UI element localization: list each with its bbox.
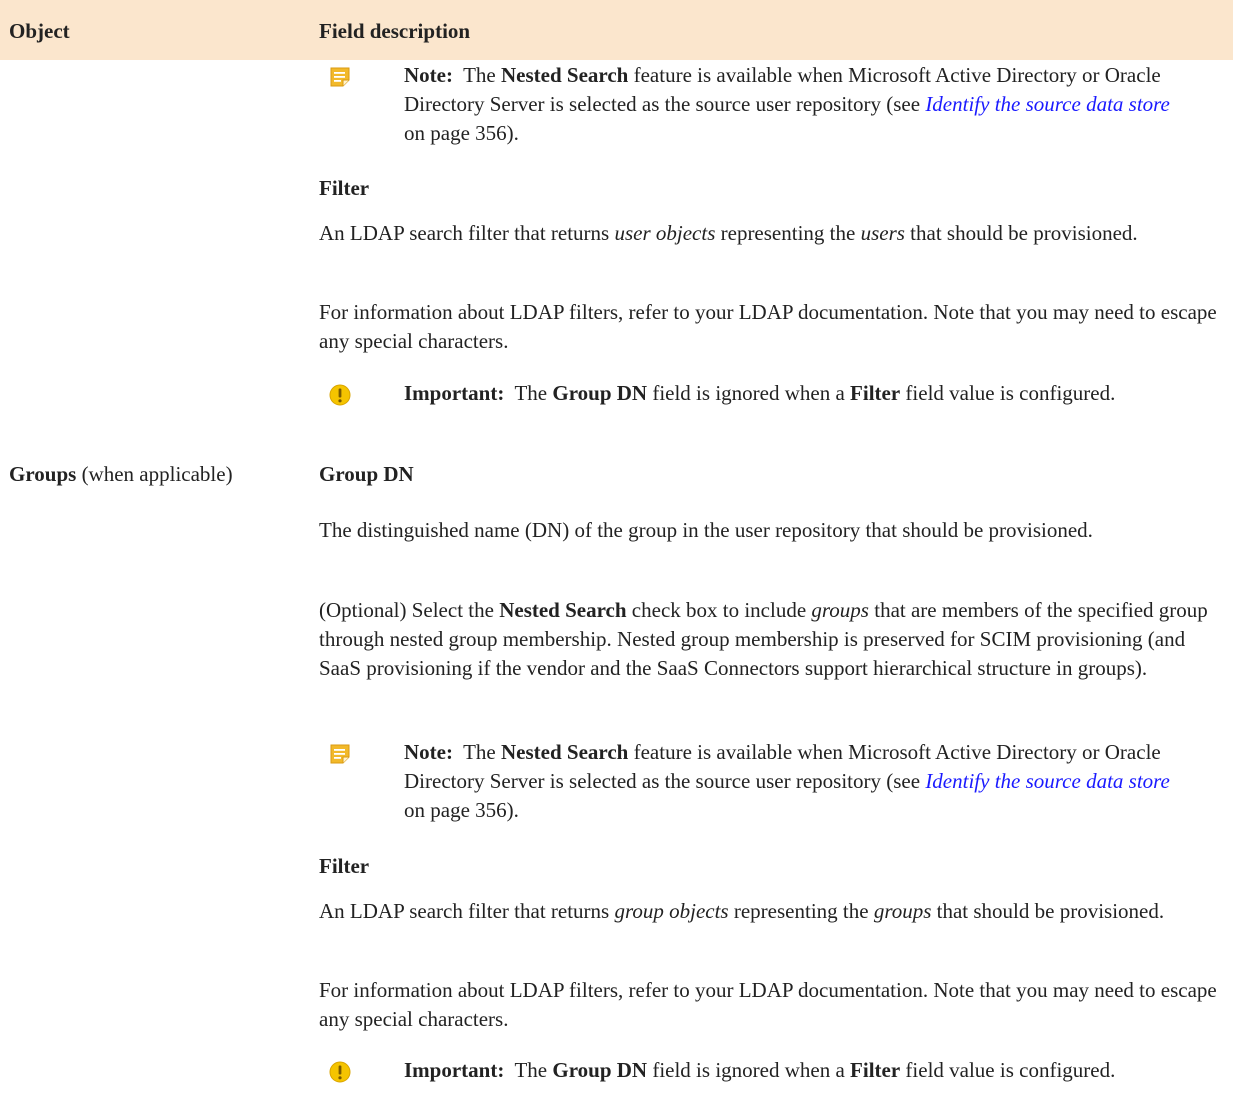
group-dn-desc-text: The distinguished name (DN) of the group… [319,518,1093,542]
optional-mid: check box to include [631,598,807,622]
ldap-info-paragraph: For information about LDAP filters, refe… [319,298,1229,356]
table-header: Object Field description [0,0,1233,60]
group-dn-heading: Group DN [319,460,1229,489]
note-feature: Nested Search [501,740,629,764]
note-text-post: on page 356). [404,798,519,822]
groups-object-suffix: (when applicable) [81,462,233,486]
filter-desc-post: that should be provisioned. [936,899,1165,923]
note-text-pre: The [463,740,496,764]
optional-nested-search-paragraph: (Optional) Select the Nested Search chec… [319,596,1229,683]
filter-desc-mid: representing the [733,899,869,923]
filter-heading: Filter [319,852,1229,881]
note-label: Note: [404,63,453,87]
note-icon [330,67,350,87]
optional-em: groups [811,598,869,622]
filter-heading-text: Filter [319,176,370,200]
note-feature: Nested Search [501,63,629,87]
filter-desc-em2: groups [873,899,932,923]
note-label: Note: [404,740,453,764]
group-dn-description: The distinguished name (DN) of the group… [319,516,1229,545]
filter-description: An LDAP search filter that returns group… [319,897,1229,926]
important-icon [329,384,351,406]
important-mid: field is ignored when a [652,1058,845,1082]
optional-pre: (Optional) Select the [319,598,494,622]
important-field2: Filter [850,381,901,405]
groups-object-cell: Groups (when applicable) [9,460,233,489]
important-label: Important: [404,381,505,405]
important-field1: Group DN [552,381,648,405]
important-post: field value is configured. [905,381,1116,405]
ldap-info-paragraph: For information about LDAP filters, refe… [319,976,1229,1034]
object-column-header: Object [9,19,70,43]
ldap-info-text: For information about LDAP filters, refe… [319,978,1217,1031]
filter-desc-em1: group objects [614,899,729,923]
filter-desc-post: that should be provisioned. [910,221,1138,245]
group-dn-heading-text: Group DN [319,462,414,486]
important-label: Important: [404,1058,505,1082]
groups-object-label: Groups [9,462,77,486]
important-mid: field is ignored when a [652,381,845,405]
important-field2: Filter [850,1058,901,1082]
filter-desc-em2: users [860,221,905,245]
filter-desc-pre: An LDAP search filter that returns [319,899,610,923]
filter-desc-mid: representing the [720,221,856,245]
important-pre: The [514,381,548,405]
important-icon [329,1061,351,1083]
identify-source-data-store-link[interactable]: Identify the source data store [925,769,1170,793]
filter-description: An LDAP search filter that returns user … [319,219,1229,248]
filter-desc-em1: user objects [614,221,716,245]
important-pre: The [514,1058,548,1082]
filter-heading-text: Filter [319,854,370,878]
note-text-pre: The [463,63,496,87]
ldap-info-text: For information about LDAP filters, refe… [319,300,1217,353]
note-text-post: on page 356). [404,121,519,145]
important-post: field value is configured. [905,1058,1116,1082]
identify-source-data-store-link[interactable]: Identify the source data store [925,92,1170,116]
filter-desc-pre: An LDAP search filter that returns [319,221,610,245]
field-description-column-header: Field description [319,19,471,43]
note-icon [330,744,350,764]
filter-heading: Filter [319,174,1229,203]
important-field1: Group DN [552,1058,648,1082]
optional-bold: Nested Search [499,598,627,622]
